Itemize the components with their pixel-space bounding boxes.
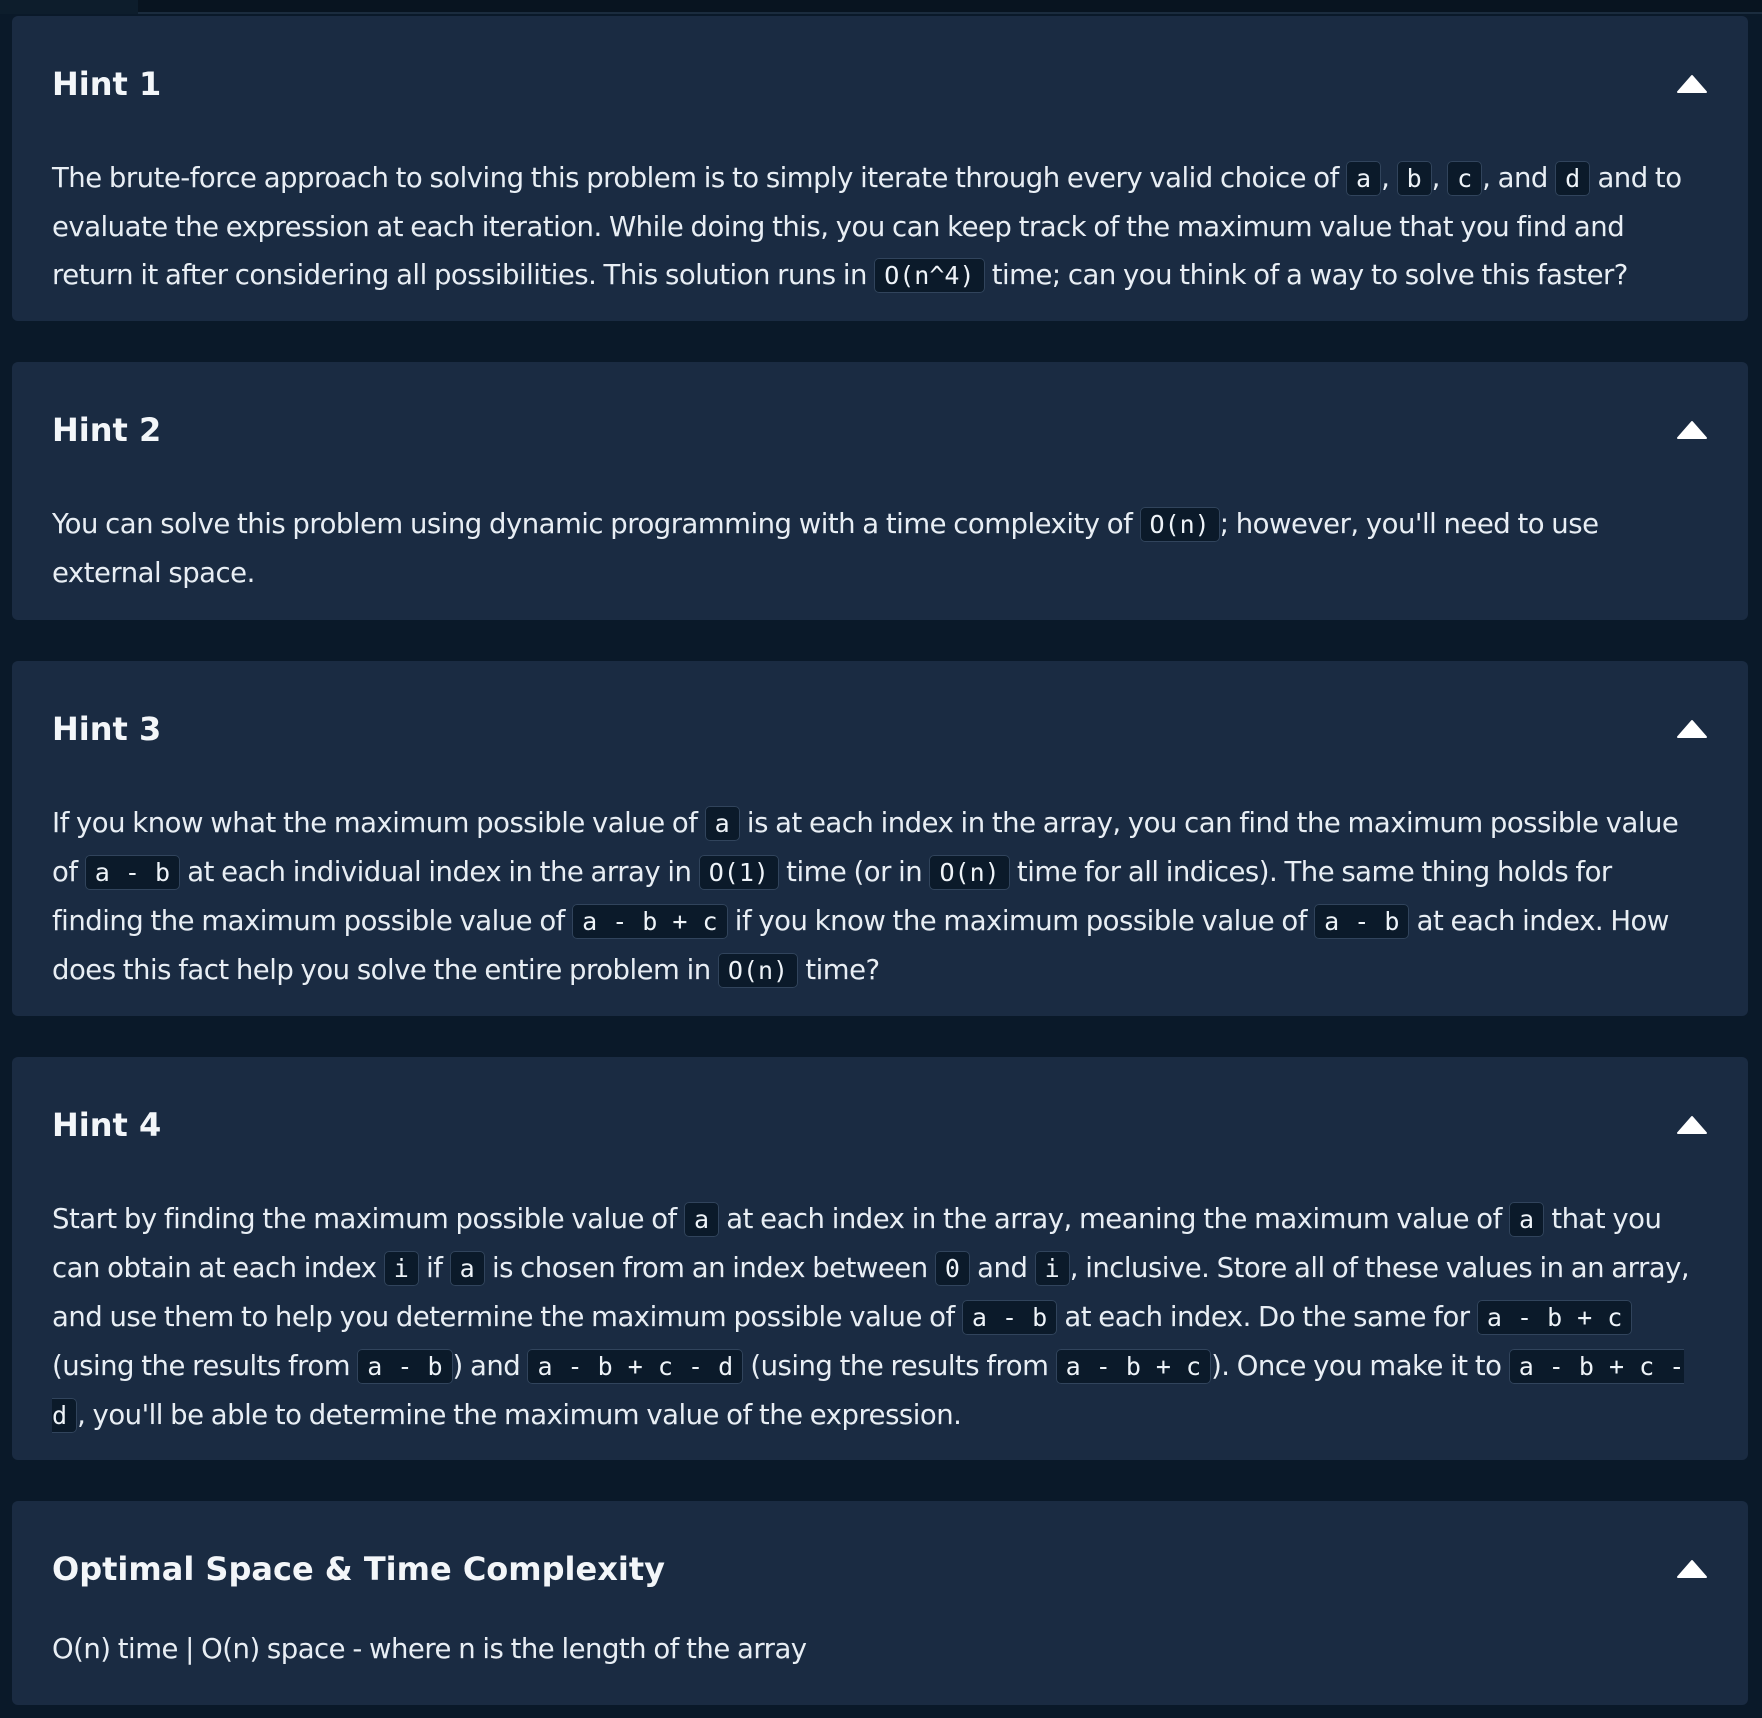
text-run: , bbox=[1431, 162, 1448, 194]
text-run: ). Once you make it to bbox=[1211, 1350, 1509, 1382]
complexity-text: O(n) time | O(n) space - where n is the … bbox=[52, 1625, 1696, 1673]
text-run: The brute-force approach to solving this… bbox=[52, 162, 1347, 194]
inline-code: i bbox=[383, 1251, 419, 1286]
hint-1-panel: Hint 1 The brute-force approach to solvi… bbox=[12, 16, 1748, 321]
inline-code: a - b bbox=[961, 1300, 1058, 1335]
text-run: , you'll be able to determine the maximu… bbox=[77, 1399, 962, 1431]
hint-2-panel: Hint 2 You can solve this problem using … bbox=[12, 362, 1748, 620]
text-run: (using the results from bbox=[743, 1350, 1056, 1382]
inline-code: a - b + c - d bbox=[527, 1349, 744, 1384]
chevron-up-icon[interactable] bbox=[1676, 74, 1708, 94]
text-run: , bbox=[1381, 162, 1397, 194]
text-run: O(n) time | O(n) space - where n is the … bbox=[52, 1633, 807, 1665]
hint-3-text: If you know what the maximum possible va… bbox=[52, 799, 1696, 995]
text-run: time? bbox=[798, 954, 880, 986]
inline-code: a - b bbox=[357, 1349, 453, 1384]
text-run: If you know what the maximum possible va… bbox=[52, 807, 705, 839]
hint-1-header[interactable]: Hint 1 bbox=[52, 64, 1707, 104]
text-run: You can solve this problem using dynamic… bbox=[52, 508, 1140, 540]
inline-code: a bbox=[683, 1202, 720, 1237]
inline-code: a bbox=[449, 1251, 485, 1286]
hint-1-text: The brute-force approach to solving this… bbox=[52, 154, 1696, 300]
chevron-up-icon[interactable] bbox=[1676, 719, 1708, 739]
inline-code: a - b + c bbox=[572, 904, 728, 939]
inline-code: O(1) bbox=[698, 855, 779, 890]
text-run: if you know the maximum possible value o… bbox=[727, 905, 1315, 937]
text-run: time (or in bbox=[778, 856, 930, 888]
inline-code: a - b + c bbox=[1055, 1349, 1212, 1384]
inline-code: O(n^4) bbox=[874, 258, 985, 293]
text-run: if bbox=[418, 1252, 450, 1284]
inline-code: a bbox=[1509, 1202, 1545, 1237]
inline-code: O(n) bbox=[929, 855, 1010, 890]
hint-4-panel: Hint 4 Start by finding the maximum poss… bbox=[12, 1057, 1748, 1460]
inline-code: d bbox=[1555, 161, 1591, 196]
hint-4-text: Start by finding the maximum possible va… bbox=[52, 1195, 1696, 1440]
inline-code: b bbox=[1396, 161, 1432, 196]
hint-4-header[interactable]: Hint 4 bbox=[52, 1105, 1707, 1145]
inline-code: a bbox=[1346, 161, 1382, 196]
top-strip bbox=[0, 0, 1762, 14]
complexity-header[interactable]: Optimal Space & Time Complexity bbox=[52, 1549, 1707, 1589]
inline-code: i bbox=[1034, 1251, 1070, 1286]
chevron-up-icon[interactable] bbox=[1676, 1115, 1708, 1135]
inline-code: a bbox=[704, 806, 740, 841]
complexity-panel: Optimal Space & Time Complexity O(n) tim… bbox=[12, 1501, 1748, 1705]
panel-title: Hint 1 bbox=[52, 65, 162, 103]
panel-title: Hint 3 bbox=[52, 710, 162, 748]
inline-code: O(n) bbox=[717, 953, 799, 988]
panel-title: Hint 4 bbox=[52, 1106, 162, 1144]
panel-title: Hint 2 bbox=[52, 411, 162, 449]
inline-code: O(n) bbox=[1139, 507, 1220, 542]
inline-code: c bbox=[1447, 161, 1483, 196]
text-run: at each individual index in the array in bbox=[180, 856, 699, 888]
text-run: time; can you think of a way to solve th… bbox=[984, 259, 1629, 291]
tab-edge bbox=[0, 0, 138, 14]
chevron-up-icon[interactable] bbox=[1676, 1559, 1708, 1579]
text-run: (using the results from bbox=[52, 1350, 358, 1382]
text-run: is chosen from an index between bbox=[484, 1252, 935, 1284]
inline-code: 0 bbox=[934, 1251, 970, 1286]
hint-3-panel: Hint 3 If you know what the maximum poss… bbox=[12, 661, 1748, 1016]
chevron-up-icon[interactable] bbox=[1676, 420, 1708, 440]
text-run: ) and bbox=[452, 1350, 528, 1382]
panel-title: Optimal Space & Time Complexity bbox=[52, 1550, 665, 1588]
hint-2-text: You can solve this problem using dynamic… bbox=[52, 500, 1696, 597]
text-run: , and bbox=[1482, 162, 1556, 194]
inline-code: a - b + c bbox=[1476, 1300, 1633, 1335]
text-run: at each index in the array, meaning the … bbox=[719, 1203, 1510, 1235]
text-run: and bbox=[969, 1252, 1035, 1284]
inline-code: a - b bbox=[84, 855, 181, 890]
hint-2-header[interactable]: Hint 2 bbox=[52, 410, 1707, 450]
inline-code: a - b bbox=[1314, 904, 1410, 939]
hint-3-header[interactable]: Hint 3 bbox=[52, 709, 1707, 749]
text-run: at each index. Do the same for bbox=[1057, 1301, 1477, 1333]
text-run: Start by finding the maximum possible va… bbox=[52, 1203, 684, 1235]
top-divider bbox=[138, 12, 1762, 14]
